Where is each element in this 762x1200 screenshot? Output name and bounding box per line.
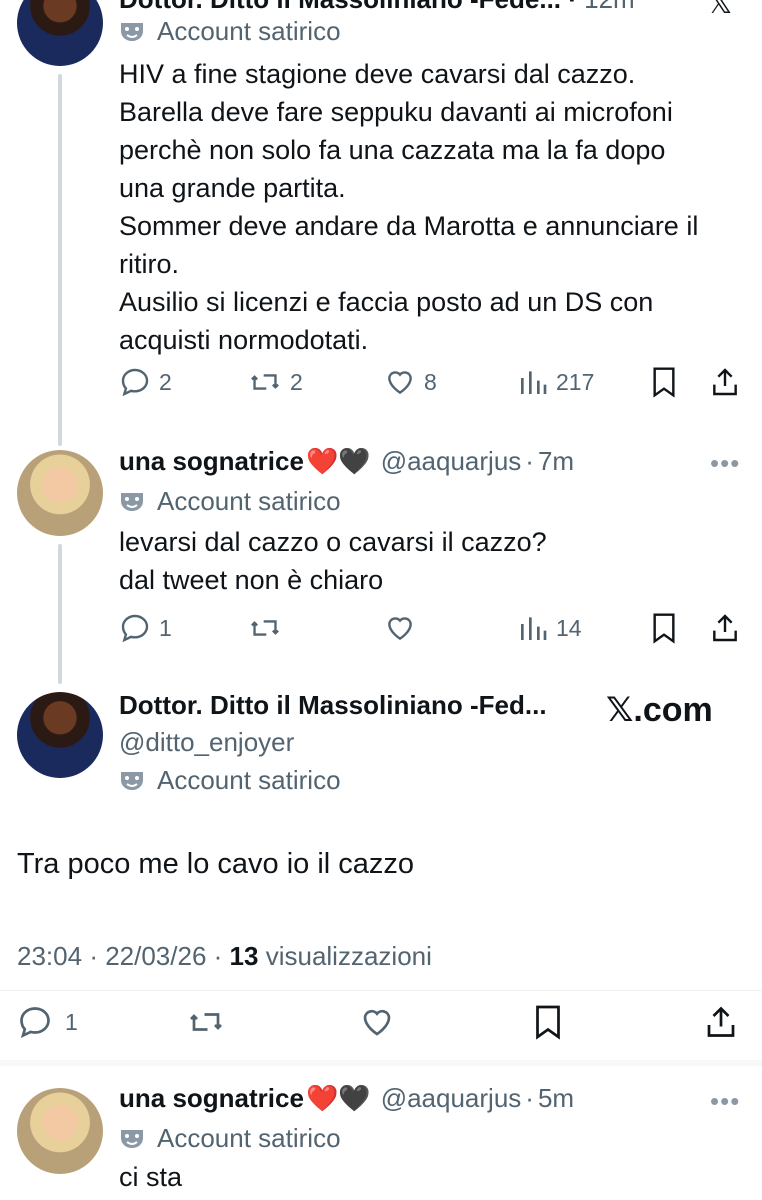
- share-button[interactable]: [704, 1004, 738, 1045]
- more-options-icon[interactable]: •••: [710, 1086, 740, 1117]
- tweet-time[interactable]: 23:04: [17, 941, 82, 971]
- section-divider: [0, 1060, 762, 1066]
- satirical-badge: Account satirico: [119, 16, 341, 47]
- bookmark-icon: [653, 613, 675, 644]
- heart-emoji: ❤️🖤: [305, 446, 371, 476]
- repost-button[interactable]: 2: [248, 366, 303, 398]
- views-count: 13: [229, 941, 259, 971]
- separator: ·: [525, 446, 534, 476]
- views-button[interactable]: 217: [518, 366, 594, 398]
- reply-button[interactable]: 1: [17, 1004, 78, 1040]
- heart-icon: [388, 617, 412, 641]
- x-logo-icon: 𝕏: [708, 0, 733, 20]
- more-options-icon[interactable]: •••: [710, 448, 740, 479]
- reply-button[interactable]: 2: [119, 366, 172, 398]
- tweet-text: ci sta: [119, 1162, 183, 1192]
- repost-button[interactable]: [248, 612, 282, 649]
- share-button[interactable]: [710, 612, 740, 649]
- heart-icon: [388, 371, 412, 395]
- avatar[interactable]: [17, 1088, 103, 1174]
- divider: [0, 990, 762, 991]
- theater-mask-icon: [121, 771, 143, 790]
- x-com-logo: 𝕏.com: [606, 691, 713, 729]
- repost-icon: [251, 620, 279, 636]
- repost-icon: [251, 374, 279, 390]
- theater-mask-icon: [121, 22, 143, 41]
- separator: ·: [525, 1083, 534, 1113]
- tweet-author-name[interactable]: Dottor. Ditto il Massoliniano -Fede... ·…: [119, 0, 635, 15]
- heart-emoji: ❤️🖤: [305, 1083, 371, 1113]
- tweet-time[interactable]: 7m: [538, 446, 574, 477]
- author-handle[interactable]: @ditto_enjoyer: [119, 727, 294, 758]
- like-button[interactable]: [384, 612, 416, 649]
- satirical-badge: Account satirico: [119, 486, 341, 517]
- share-icon: [713, 614, 737, 642]
- avatar[interactable]: [17, 692, 103, 778]
- tweet-header: una sognatrice ❤️🖤 @aaquarjus · 7m: [119, 446, 574, 477]
- like-button[interactable]: [358, 1004, 396, 1045]
- bookmark-button[interactable]: [532, 1004, 564, 1045]
- tweet-header: una sognatrice ❤️🖤 @aaquarjus · 5m: [119, 1083, 574, 1114]
- satirical-badge: Account satirico: [119, 1123, 341, 1154]
- analytics-icon: [521, 371, 547, 394]
- repost-button[interactable]: [186, 1004, 226, 1045]
- share-icon: [713, 368, 737, 396]
- views-button[interactable]: 14: [518, 612, 582, 644]
- bookmark-button[interactable]: [650, 612, 678, 649]
- heart-icon: [363, 1009, 391, 1036]
- reply-icon: [121, 368, 149, 397]
- theater-mask-icon: [121, 1129, 143, 1148]
- satirical-badge: Account satirico: [119, 765, 341, 796]
- author-name[interactable]: una sognatrice: [119, 446, 304, 477]
- bookmark-button[interactable]: [650, 366, 678, 403]
- like-button[interactable]: 8: [384, 366, 437, 398]
- repost-icon: [190, 1013, 222, 1031]
- author-name[interactable]: una sognatrice: [119, 1083, 304, 1114]
- tweet-text: levarsi dal cazzo o cavarsi il cazzo? da…: [119, 527, 547, 595]
- reply-icon: [20, 1007, 50, 1038]
- main-tweet-text: Tra poco me lo cavo io il cazzo: [17, 848, 415, 880]
- views-label: visualizzazioni: [265, 941, 432, 971]
- theater-mask-icon: [121, 492, 143, 511]
- thread-line: [58, 544, 62, 684]
- share-button[interactable]: [710, 366, 740, 403]
- author-name[interactable]: Dottor. Ditto il Massoliniano -Fed...: [119, 690, 599, 721]
- reply-button[interactable]: 1: [119, 612, 172, 644]
- reply-icon: [121, 614, 149, 643]
- bookmark-icon: [536, 1005, 560, 1040]
- tweet-text: HIV a fine stagione deve cavarsi dal caz…: [119, 59, 699, 355]
- bookmark-icon: [653, 367, 675, 398]
- author-handle[interactable]: @aaquarjus: [381, 446, 522, 477]
- tweet-time[interactable]: 5m: [538, 1083, 574, 1114]
- tweet-date[interactable]: 22/03/26: [105, 941, 206, 971]
- avatar[interactable]: [17, 450, 103, 536]
- author-handle[interactable]: @aaquarjus: [381, 1083, 522, 1114]
- thread-line: [58, 74, 62, 446]
- avatar[interactable]: [17, 0, 103, 66]
- tweet-meta: 23:04 · 22/03/26 · 13 visualizzazioni: [17, 941, 432, 971]
- share-icon: [707, 1006, 735, 1037]
- analytics-icon: [521, 617, 547, 640]
